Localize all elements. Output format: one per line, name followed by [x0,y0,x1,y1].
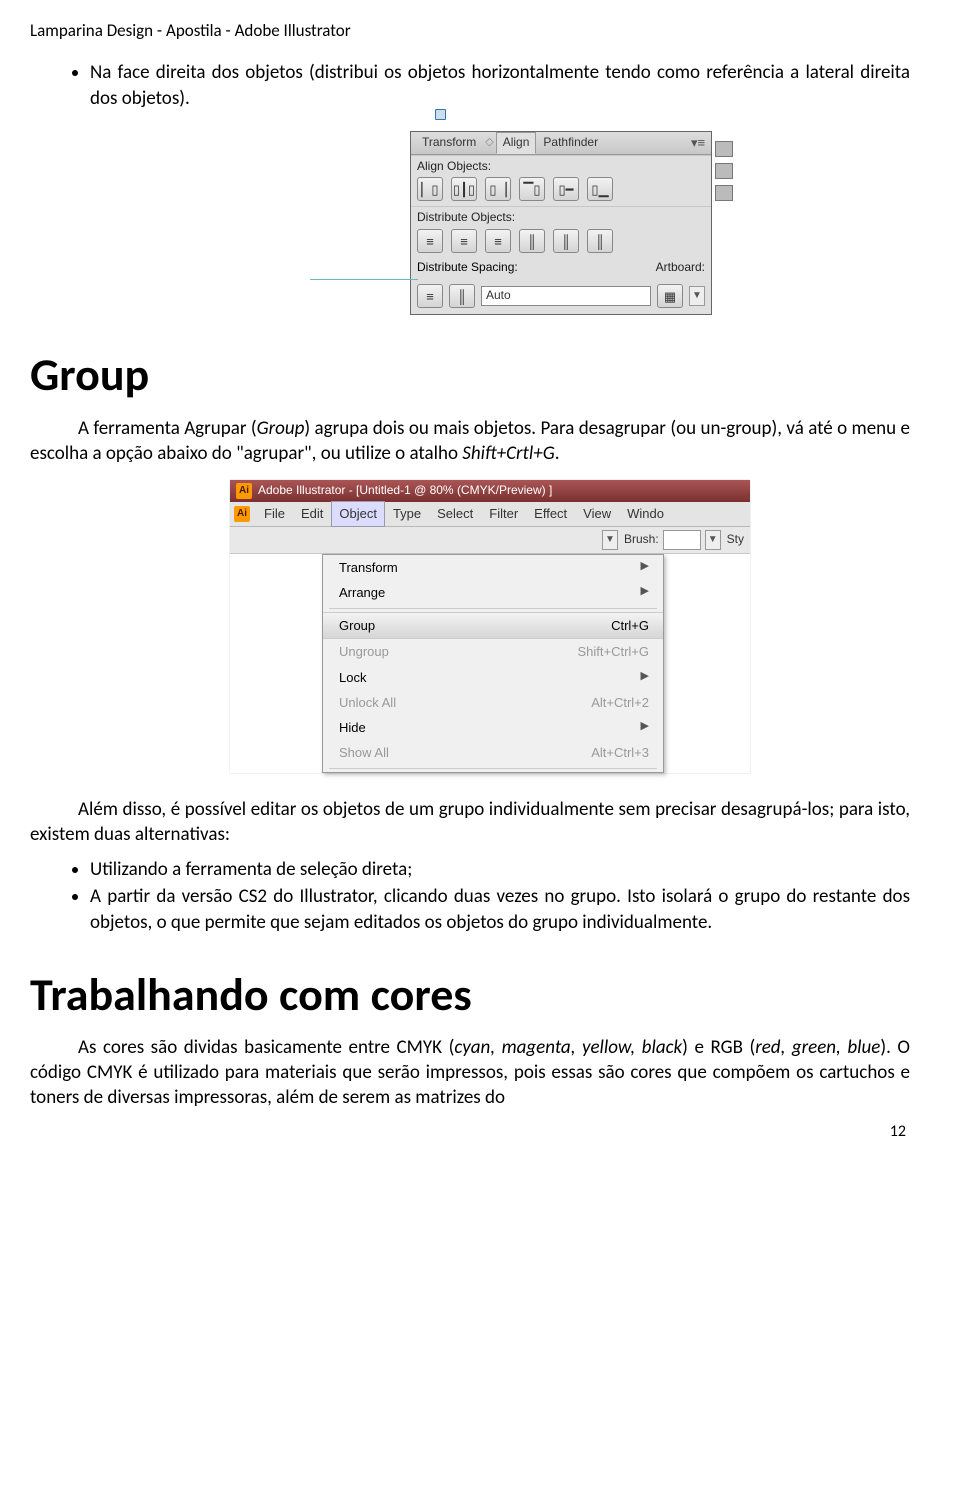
menu-edit[interactable]: Edit [293,501,331,526]
align-right-icon[interactable]: ▯▕ [485,177,511,201]
toolbar-dropdown-icon[interactable]: ▼ [602,530,618,550]
submenu-arrow-icon: ▶ [641,669,649,686]
label-style-trunc: Sty [727,532,744,548]
brush-dropdown-icon[interactable]: ▼ [705,530,721,550]
bullet-double-click-group: A partir da versão CS2 do Illustrator, c… [90,884,910,934]
align-hcenter-icon[interactable]: ▯┃▯ [451,177,477,201]
label-align-objects: Align Objects: [411,155,711,176]
submenu-arrow-icon: ▶ [641,719,649,736]
panel-menu-icon[interactable]: ▾≡ [689,134,707,151]
align-to-artboard-icon[interactable]: ▦ [657,284,683,308]
dist-hcenter-icon[interactable]: ║ [553,229,579,253]
heading-group: Group [30,345,910,406]
label-distribute-objects: Distribute Objects: [411,206,711,227]
menu-select[interactable]: Select [429,501,481,526]
menu-item-hide[interactable]: Hide▶ [323,715,663,740]
menu-type[interactable]: Type [385,501,429,526]
guide-line-icon [310,279,418,280]
illustrator-doc-icon: Ai [234,506,250,522]
menu-item-unlock-all: Unlock AllAlt+Ctrl+2 [323,690,663,715]
align-bottom-icon[interactable]: ▯▁ [587,177,613,201]
label-artboard: Artboard: [656,260,705,276]
window-title: Adobe Illustrator - [Untitled-1 @ 80% (C… [258,483,552,499]
dist-vspace-icon[interactable]: ≡ [417,284,443,308]
dist-top-icon[interactable]: ≡ [417,229,443,253]
figure-object-menu: Ai Adobe Illustrator - [Untitled-1 @ 80%… [230,480,750,773]
artboard-dropdown-icon[interactable]: ▼ [689,286,705,306]
submenu-arrow-icon: ▶ [641,584,649,601]
menu-window[interactable]: Windo [619,501,672,526]
menu-item-group[interactable]: GroupCtrl+G [323,612,663,639]
menu-item-arrange[interactable]: Arrange▶ [323,580,663,605]
submenu-arrow-icon: ▶ [641,559,649,576]
dist-left-icon[interactable]: ║ [519,229,545,253]
heading-colors: Trabalhando com cores [30,965,910,1026]
menu-item-lock[interactable]: Lock▶ [323,665,663,690]
paragraph-group-2: Além disso, é possível editar os objetos… [30,797,910,847]
menu-item-show-all: Show AllAlt+Ctrl+3 [323,740,663,765]
page-header: Lamparina Design - Apostila - Adobe Illu… [30,20,910,42]
paragraph-colors: As cores são dividas basicamente entre C… [30,1035,910,1110]
dist-vcenter-icon[interactable]: ≡ [451,229,477,253]
tab-transform[interactable]: Transform [415,132,483,154]
brush-preview[interactable] [663,530,701,550]
dist-hspace-icon[interactable]: ║ [449,284,475,308]
bullet-direct-selection: Utilizando a ferramenta de seleção diret… [90,857,910,882]
object-dropdown: Transform▶ Arrange▶ GroupCtrl+G UngroupS… [322,554,664,773]
paragraph-group-1: A ferramenta Agrupar (Group) agrupa dois… [30,416,910,466]
align-top-icon[interactable]: ▔▯ [519,177,545,201]
spacing-auto-field[interactable]: Auto [481,286,651,306]
menu-item-ungroup: UngroupShift+Ctrl+G [323,639,663,664]
dist-right-icon[interactable]: ║ [587,229,613,253]
tab-align[interactable]: Align [496,132,537,154]
figure-align-panel: Transform ◇ Align Pathfinder ▾≡ Align Ob… [310,131,730,315]
menu-item-transform[interactable]: Transform▶ [323,555,663,580]
menu-filter[interactable]: Filter [481,501,526,526]
selection-handle-icon [435,109,446,120]
label-brush: Brush: [624,532,659,548]
tab-separator-icon: ◇ [483,135,495,150]
page-number: 12 [30,1121,910,1142]
dist-bottom-icon[interactable]: ≡ [485,229,511,253]
bullet-intro: Na face direita dos objetos (distribui o… [90,60,910,110]
illustrator-logo-icon: Ai [236,483,252,499]
menu-effect[interactable]: Effect [526,501,575,526]
menu-file[interactable]: File [256,501,293,526]
tab-pathfinder[interactable]: Pathfinder [536,132,605,154]
menu-object[interactable]: Object [331,501,385,526]
align-left-icon[interactable]: ▏▯ [417,177,443,201]
label-distribute-spacing: Distribute Spacing: [417,260,518,276]
align-vcenter-icon[interactable]: ▯━ [553,177,579,201]
menu-view[interactable]: View [575,501,619,526]
